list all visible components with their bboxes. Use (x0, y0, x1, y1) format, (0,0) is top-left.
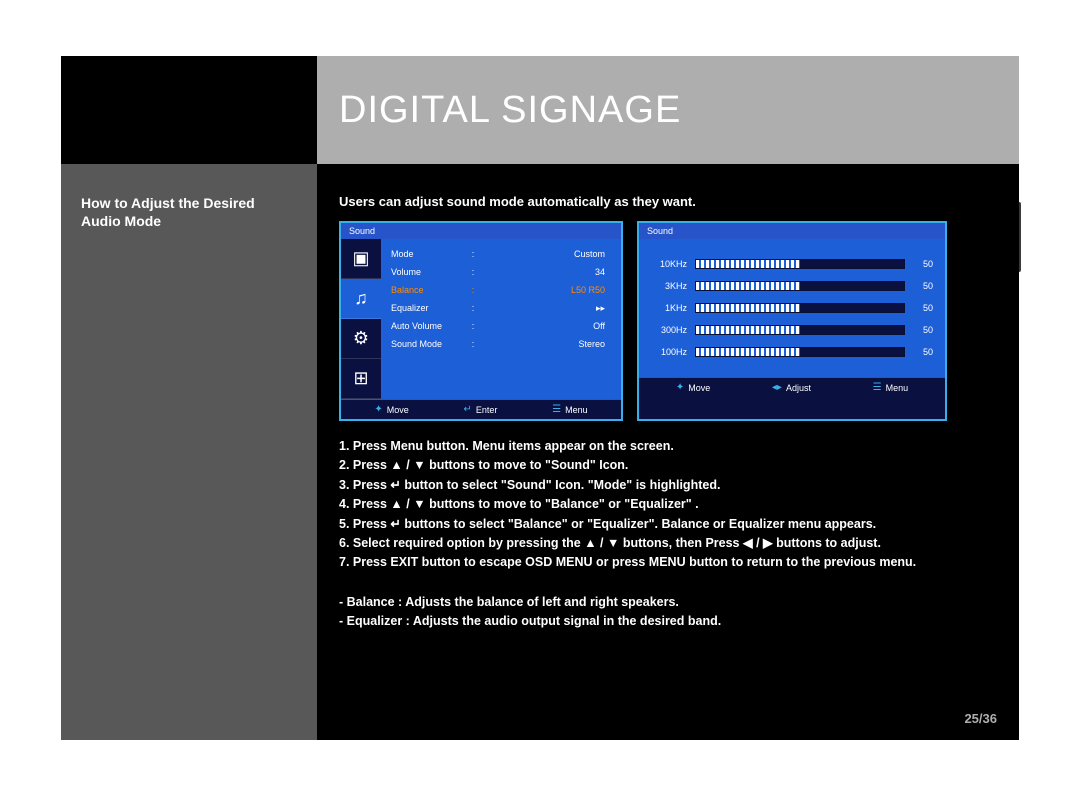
menu-row: Auto Volume : Off (391, 317, 611, 335)
row-label: Mode (391, 249, 469, 259)
row-label: Equalizer (391, 303, 469, 313)
step: 6. Select required option by pressing th… (339, 534, 997, 553)
row-value: Stereo (477, 339, 611, 349)
panel-title: Sound (341, 223, 621, 239)
row-label: Auto Volume (391, 321, 469, 331)
eq-row: 100Hz 50 (651, 341, 933, 363)
eq-bar (695, 259, 905, 269)
grid-icon: ⊞ (341, 359, 381, 399)
row-label: Sound Mode (391, 339, 469, 349)
panel-title: Sound (639, 223, 945, 239)
topbar-title-area: DIGITAL SIGNAGE (317, 56, 1019, 164)
footer-item: ✦Move (676, 382, 710, 393)
eq-bar (695, 325, 905, 335)
row-label: Balance (391, 285, 469, 295)
step: 4. Press ▲ / ▼ buttons to move to "Balan… (339, 495, 997, 514)
eq-label: 10KHz (651, 259, 695, 269)
eq-row: 10KHz 50 (651, 253, 933, 275)
row-value: Off (477, 321, 611, 331)
eq-bar (695, 303, 905, 313)
row-value: L50 R50 (477, 285, 611, 295)
footer-item: ↵Enter (464, 404, 498, 415)
enter-icon: ↵ (464, 404, 472, 415)
note: - Equalizer : Adjusts the audio output s… (339, 612, 997, 631)
picture-icon: ▣ (341, 239, 381, 279)
notes: - Balance : Adjusts the balance of left … (339, 593, 997, 632)
page-title: DIGITAL SIGNAGE (339, 89, 681, 132)
footer-item: ✦Move (374, 404, 408, 415)
eq-bar (695, 347, 905, 357)
row-value: ▸▸ (477, 303, 611, 314)
menu-icon: ☰ (873, 382, 882, 393)
panel-body: ▣ ♫ ⚙ ⊞ Mode : Custom Volume : (341, 239, 621, 399)
sound-icon: ♫ (341, 279, 381, 319)
eq-value: 50 (905, 347, 933, 357)
sidebar: How to Adjust the Desired Audio Mode (61, 164, 317, 740)
eq-value: 50 (905, 303, 933, 313)
instruction-steps: 1. Press Menu button. Menu items appear … (339, 437, 997, 573)
step: 3. Press ↵ button to select "Sound" Icon… (339, 476, 997, 495)
eq-row: 3KHz 50 (651, 275, 933, 297)
top-bar: DIGITAL SIGNAGE (61, 56, 1019, 164)
row-value: 34 (477, 267, 611, 277)
adjust-icon: ◂▸ (772, 382, 782, 393)
move-icon: ✦ (676, 382, 684, 393)
footer-item: ◂▸Adjust (772, 382, 811, 393)
menu-row: Sound Mode : Stereo (391, 335, 611, 353)
menu-row-highlighted: Balance : L50 R50 (391, 281, 611, 299)
panel-footer: ✦Move ↵Enter ☰Menu (341, 399, 621, 419)
menu-row: Mode : Custom (391, 245, 611, 263)
step: 5. Press ↵ buttons to select "Balance" o… (339, 515, 997, 534)
menu-row: Volume : 34 (391, 263, 611, 281)
panel-body: 10KHz 50 3KHz 50 1KHz 50 (639, 239, 945, 377)
osd-sound-menu: Sound ▣ ♫ ⚙ ⊞ Mode : Custom (339, 221, 623, 421)
content-area: Users can adjust sound mode automaticall… (317, 164, 1019, 740)
eq-value: 50 (905, 259, 933, 269)
eq-value: 50 (905, 281, 933, 291)
eq-row: 300Hz 50 (651, 319, 933, 341)
move-icon: ✦ (374, 404, 382, 415)
page-number: 25/36 (964, 711, 997, 726)
step: 7. Press EXIT button to escape OSD MENU … (339, 553, 997, 572)
intro-text: Users can adjust sound mode automaticall… (339, 194, 997, 209)
topbar-spacer (61, 56, 317, 164)
sidebar-heading: How to Adjust the Desired Audio Mode (81, 194, 297, 230)
panel-sidebar-icons: ▣ ♫ ⚙ ⊞ (341, 239, 381, 399)
panel-attributes: Mode : Custom Volume : 34 Balance : (381, 239, 621, 399)
row-value: Custom (477, 249, 611, 259)
osd-panels: Sound ▣ ♫ ⚙ ⊞ Mode : Custom (339, 221, 997, 421)
eq-label: 3KHz (651, 281, 695, 291)
settings-icon: ⚙ (341, 319, 381, 359)
eq-label: 300Hz (651, 325, 695, 335)
eq-label: 1KHz (651, 303, 695, 313)
note: - Balance : Adjusts the balance of left … (339, 593, 997, 612)
panel-footer: ✦Move ◂▸Adjust ☰Menu (639, 377, 945, 397)
footer-item: ☰Menu (552, 404, 587, 415)
eq-label: 100Hz (651, 347, 695, 357)
eq-value: 50 (905, 325, 933, 335)
footer-item: ☰Menu (873, 382, 908, 393)
eq-row: 1KHz 50 (651, 297, 933, 319)
step: 1. Press Menu button. Menu items appear … (339, 437, 997, 456)
osd-equalizer-menu: Sound 10KHz 50 3KHz 50 1KHz (637, 221, 947, 421)
step: 2. Press ▲ / ▼ buttons to move to "Sound… (339, 456, 997, 475)
row-label: Volume (391, 267, 469, 277)
manual-page: DIGITAL SIGNAGE How to Adjust the Desire… (61, 56, 1019, 740)
menu-row: Equalizer : ▸▸ (391, 299, 611, 317)
eq-bar (695, 281, 905, 291)
menu-icon: ☰ (552, 404, 561, 415)
